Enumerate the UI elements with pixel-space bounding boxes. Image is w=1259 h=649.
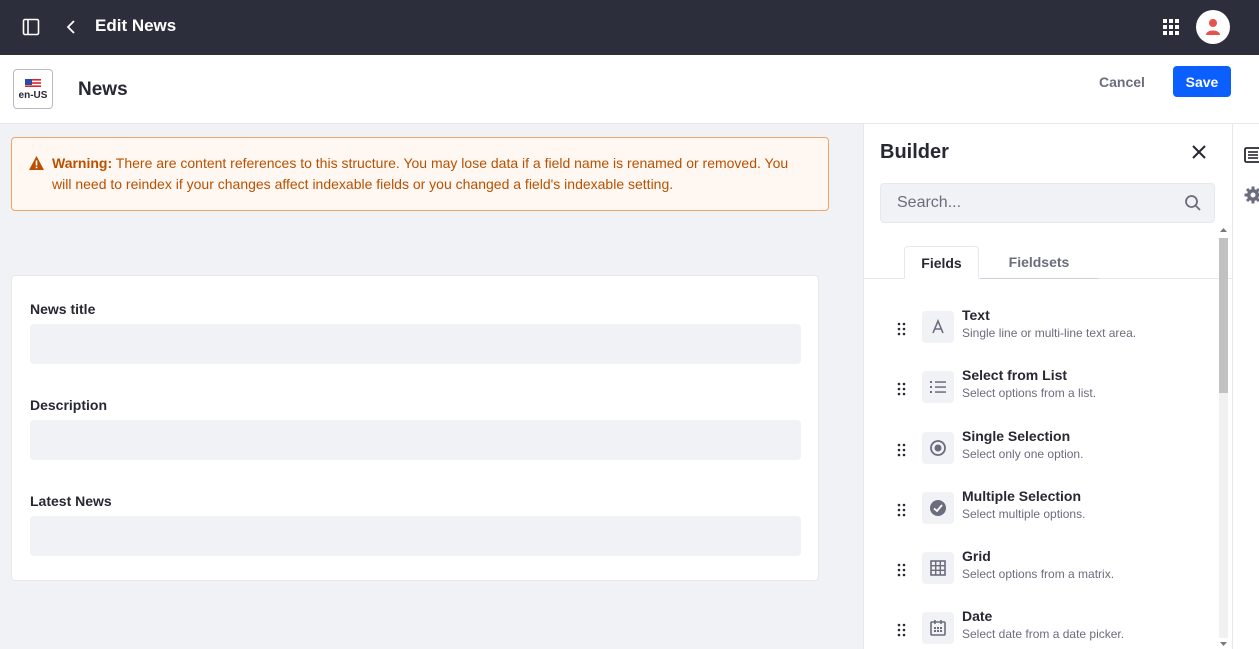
warning-message: There are content references to this str… bbox=[52, 155, 789, 192]
radio-icon bbox=[922, 432, 954, 464]
scroll-thumb[interactable] bbox=[1219, 238, 1228, 393]
field-type-description: Select only one option. bbox=[962, 447, 1084, 461]
warning-alert: Warning: There are content references to… bbox=[11, 137, 829, 211]
locale-code: en-US bbox=[18, 90, 48, 101]
drag-handle-icon[interactable] bbox=[897, 322, 907, 336]
tab-fieldsets[interactable]: Fieldsets bbox=[980, 246, 1098, 279]
field-type-grid[interactable]: Grid Select options from a matrix. bbox=[864, 548, 1214, 598]
warning-label: Warning: bbox=[52, 155, 113, 171]
close-icon[interactable] bbox=[1188, 141, 1210, 163]
grid-icon bbox=[922, 552, 954, 584]
news-title-input[interactable] bbox=[30, 324, 801, 364]
search-icon[interactable] bbox=[1184, 194, 1202, 212]
calendar-icon bbox=[922, 612, 954, 644]
drag-handle-icon[interactable] bbox=[897, 623, 907, 637]
field-type-description: Select options from a list. bbox=[962, 386, 1097, 400]
sidebar-toggle-icon[interactable] bbox=[20, 16, 42, 38]
drag-handle-icon[interactable] bbox=[897, 563, 907, 577]
page-title: News bbox=[78, 79, 128, 100]
scroll-up-icon[interactable] bbox=[1219, 226, 1228, 234]
builder-title: Builder bbox=[880, 141, 949, 163]
list-icon bbox=[922, 371, 954, 403]
field-label-news-title: News title bbox=[30, 301, 96, 317]
right-rail bbox=[1232, 124, 1259, 649]
drag-handle-icon[interactable] bbox=[897, 503, 907, 517]
text-icon bbox=[922, 311, 954, 343]
field-type-name: Text bbox=[962, 307, 990, 323]
field-type-single-selection[interactable]: Single Selection Select only one option. bbox=[864, 428, 1214, 478]
cancel-button[interactable]: Cancel bbox=[1090, 67, 1154, 97]
save-button[interactable]: Save bbox=[1173, 66, 1231, 97]
checkbox-icon bbox=[922, 492, 954, 524]
tab-fields[interactable]: Fields bbox=[904, 246, 979, 279]
user-avatar[interactable] bbox=[1196, 10, 1230, 44]
scroll-down-icon[interactable] bbox=[1219, 640, 1228, 648]
gear-icon[interactable] bbox=[1244, 186, 1259, 204]
warning-icon bbox=[29, 156, 44, 170]
topbar-title: Edit News bbox=[95, 16, 177, 35]
search-input[interactable] bbox=[881, 184, 1171, 222]
list-view-icon[interactable] bbox=[1244, 146, 1259, 164]
apps-grid-icon[interactable] bbox=[1160, 16, 1182, 38]
field-type-description: Select options from a matrix. bbox=[962, 567, 1115, 581]
form-card: News title Description Latest News bbox=[11, 275, 819, 581]
field-type-multiple-selection[interactable]: Multiple Selection Select multiple optio… bbox=[864, 488, 1214, 538]
field-type-name: Multiple Selection bbox=[962, 488, 1082, 504]
locale-selector[interactable]: en-US bbox=[13, 69, 53, 109]
user-icon bbox=[1206, 19, 1220, 35]
field-type-name: Date bbox=[962, 608, 993, 624]
top-bar: Edit News bbox=[0, 0, 1259, 55]
field-type-name: Select from List bbox=[962, 367, 1068, 383]
field-label-latest-news: Latest News bbox=[30, 493, 112, 509]
field-label-description: Description bbox=[30, 397, 108, 413]
builder-panel: Builder Fields Fieldsets Text Single lin… bbox=[863, 124, 1232, 649]
back-arrow-icon[interactable] bbox=[61, 16, 81, 38]
builder-search bbox=[880, 183, 1215, 223]
field-type-name: Grid bbox=[962, 548, 991, 564]
field-type-description: Select date from a date picker. bbox=[962, 627, 1125, 641]
field-type-description: Single line or multi-line text area. bbox=[962, 326, 1137, 340]
description-input[interactable] bbox=[30, 420, 801, 460]
field-type-date[interactable]: Date Select date from a date picker. bbox=[864, 608, 1214, 649]
builder-scrollbar[interactable] bbox=[1217, 224, 1229, 649]
field-type-text[interactable]: Text Single line or multi-line text area… bbox=[864, 307, 1214, 357]
latest-news-input[interactable] bbox=[30, 516, 801, 556]
field-type-select-from-list[interactable]: Select from List Select options from a l… bbox=[864, 367, 1214, 417]
field-type-name: Single Selection bbox=[962, 428, 1071, 444]
drag-handle-icon[interactable] bbox=[897, 443, 907, 457]
page-header: en-US News Cancel Save bbox=[0, 55, 1259, 124]
us-flag-icon bbox=[25, 77, 41, 88]
drag-handle-icon[interactable] bbox=[897, 382, 907, 396]
field-type-description: Select multiple options. bbox=[962, 507, 1086, 521]
